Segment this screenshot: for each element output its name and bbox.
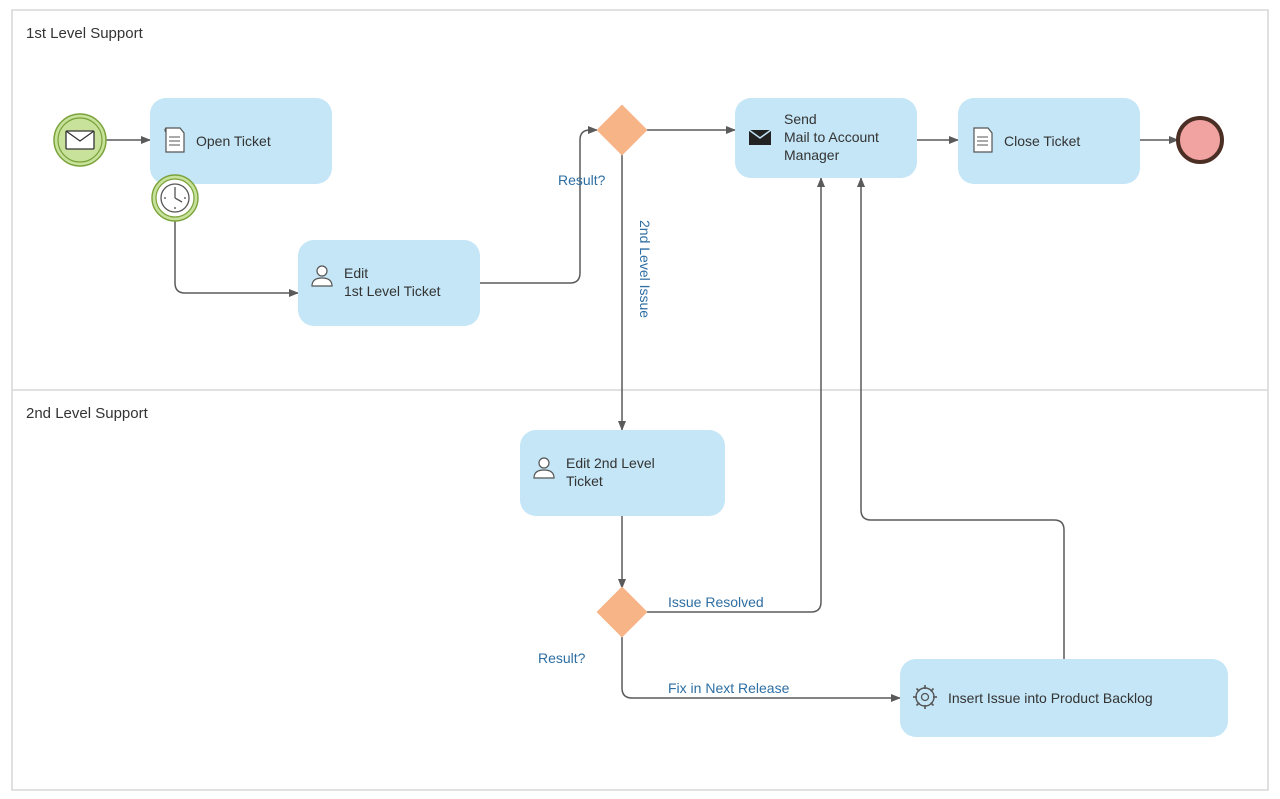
clock-icon (161, 184, 189, 212)
task-send-mail-l2: Mail to Account (784, 129, 879, 145)
flow-label-issue-resolved: Issue Resolved (668, 594, 764, 610)
document-icon (165, 128, 184, 152)
task-edit-1st[interactable]: Edit 1st Level Ticket (298, 240, 480, 326)
task-edit-1st-label1: Edit (344, 265, 368, 281)
envelope-filled-icon (749, 130, 771, 145)
lane-title-2: 2nd Level Support (26, 405, 149, 422)
task-edit-1st-label2: 1st Level Ticket (344, 283, 441, 299)
end-event[interactable] (1178, 118, 1222, 162)
task-send-mail-l1: Send (784, 111, 817, 127)
task-open-ticket-label: Open Ticket (196, 133, 271, 149)
gateway2-label: Result? (538, 650, 586, 666)
task-insert-backlog-label: Insert Issue into Product Backlog (948, 690, 1153, 706)
gateway-result-2[interactable] (597, 587, 648, 638)
task-edit-2nd-l2: Ticket (566, 473, 603, 489)
task-send-mail[interactable]: Send Mail to Account Manager (735, 98, 917, 178)
lane-title-1: 1st Level Support (26, 25, 144, 42)
task-open-ticket[interactable]: Open Ticket (150, 98, 332, 184)
document-icon (974, 128, 992, 152)
task-insert-backlog[interactable]: Insert Issue into Product Backlog (900, 659, 1228, 737)
task-close-ticket[interactable]: Close Ticket (958, 98, 1140, 184)
gateway-result-1[interactable] (597, 105, 648, 156)
bpmn-diagram: 1st Level Support 2nd Level Support Resu… (0, 0, 1280, 799)
task-edit-2nd-l1: Edit 2nd Level (566, 455, 655, 471)
task-send-mail-l3: Manager (784, 147, 840, 163)
timer-boundary-event[interactable] (152, 175, 198, 221)
flow-label-fix-next-release: Fix in Next Release (668, 680, 790, 696)
start-event[interactable] (54, 114, 106, 166)
task-edit-2nd[interactable]: Edit 2nd Level Ticket (520, 430, 725, 516)
flow-label-2nd-level: 2nd Level Issue (637, 220, 653, 318)
envelope-icon (66, 131, 94, 149)
gateway1-label: Result? (558, 172, 606, 188)
task-close-ticket-label: Close Ticket (1004, 133, 1080, 149)
